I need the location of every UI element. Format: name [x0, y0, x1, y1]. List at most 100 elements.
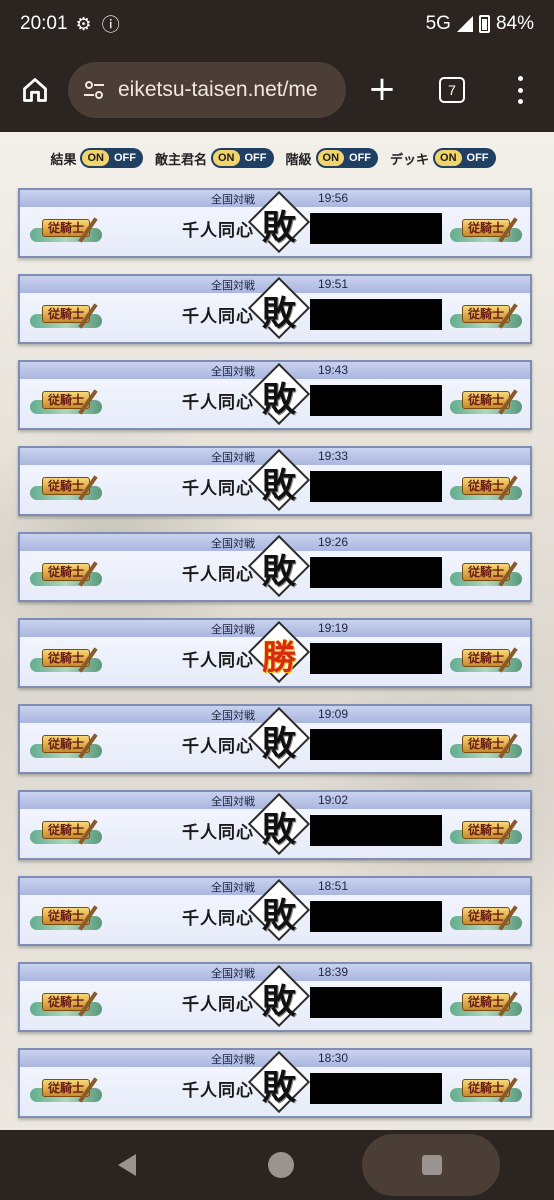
toggle-rank[interactable]: ON OFF	[315, 148, 379, 168]
status-time: 20:01	[20, 13, 68, 34]
home-icon	[23, 78, 47, 102]
battery-icon	[478, 15, 490, 33]
toggle-off[interactable]: OFF	[109, 150, 141, 166]
rank-badge-self: 従騎士	[30, 816, 102, 848]
system-nav-bar	[0, 1130, 554, 1200]
result-mark: 勝	[247, 620, 311, 684]
tab-switcher-button[interactable]: 7	[439, 77, 465, 103]
plus-icon[interactable]: +	[366, 72, 398, 108]
battle-time: 19:02	[318, 793, 349, 807]
rank-badge-opponent: 従騎士	[450, 300, 522, 332]
filter-enemy-name: 敵主君名 ON OFF	[155, 148, 274, 168]
battle-record[interactable]: 全国対戦 18:39 従騎士 千人同心敗従騎士	[18, 962, 532, 1032]
toggle-result[interactable]: ON OFF	[80, 148, 143, 168]
battle-record[interactable]: 全国対戦 19:51 従騎士 千人同心敗従騎士	[18, 274, 532, 344]
result-glyph: 敗	[262, 466, 296, 506]
back-icon[interactable]	[118, 1154, 136, 1176]
redacted-opponent-name	[310, 901, 442, 932]
battle-time: 19:56	[318, 191, 349, 205]
toggle-on[interactable]: ON	[435, 150, 462, 166]
redacted-opponent-name	[310, 815, 442, 846]
result-mark: 敗	[247, 1050, 311, 1114]
battle-record[interactable]: 全国対戦 19:33 従騎士 千人同心敗従騎士	[18, 446, 532, 516]
toggle-on[interactable]: ON	[213, 150, 240, 166]
battle-record[interactable]: 全国対戦 19:02 従騎士 千人同心敗従騎士	[18, 790, 532, 860]
toggle-on[interactable]: ON	[82, 150, 109, 166]
toggle-off[interactable]: OFF	[462, 150, 494, 166]
status-bar: 20:01 ⚙ ⓘ 5G 84%	[0, 0, 554, 48]
result-glyph: 敗	[262, 380, 296, 420]
battle-time: 18:39	[318, 965, 349, 979]
rank-badge-opponent: 従騎士	[450, 988, 522, 1020]
filter-deck: デッキ ON OFF	[390, 148, 496, 168]
more-vert-icon[interactable]	[508, 74, 532, 106]
result-mark: 敗	[247, 792, 311, 856]
toggle-off[interactable]: OFF	[344, 150, 376, 166]
toggle-deck[interactable]: ON OFF	[433, 148, 496, 168]
rank-badge-opponent: 従騎士	[450, 644, 522, 676]
filter-label: デッキ	[390, 152, 430, 168]
rank-badge-self: 従騎士	[30, 902, 102, 934]
status-right: 5G 84%	[426, 13, 534, 35]
filter-label: 結果	[50, 152, 77, 168]
rank-badge-opponent: 従騎士	[450, 816, 522, 848]
network-type: 5G	[425, 13, 451, 34]
address-bar[interactable]: eiketsu-taisen.net/me	[68, 62, 346, 118]
rank-badge-self: 従騎士	[30, 1074, 102, 1106]
result-mark: 敗	[247, 964, 311, 1028]
page-content: 結果 ON OFF 敵主君名 ON OFF 階級 ON OFF デッキ ON O…	[0, 132, 554, 1130]
battle-record[interactable]: 全国対戦 19:09 従騎士 千人同心敗従騎士	[18, 704, 532, 774]
info-icon: ⓘ	[101, 15, 120, 35]
redacted-opponent-name	[310, 557, 442, 588]
result-glyph: 敗	[262, 294, 296, 334]
result-mark: 敗	[247, 276, 311, 340]
result-glyph: 勝	[262, 638, 296, 678]
battle-record[interactable]: 全国対戦 19:43 従騎士 千人同心敗従騎士	[18, 360, 532, 430]
result-glyph: 敗	[262, 1068, 296, 1108]
redacted-opponent-name	[310, 987, 442, 1018]
result-mark: 敗	[247, 190, 311, 254]
battle-time: 19:51	[318, 277, 349, 291]
site-settings-icon[interactable]	[82, 78, 110, 102]
redacted-opponent-name	[310, 299, 442, 330]
recents-icon[interactable]	[422, 1155, 442, 1175]
rank-badge-opponent: 従騎士	[450, 902, 522, 934]
rank-badge-opponent: 従騎士	[450, 472, 522, 504]
rank-badge-self: 従騎士	[30, 558, 102, 590]
result-mark: 敗	[247, 448, 311, 512]
battle-record[interactable]: 全国対戦 18:51 従騎士 千人同心敗従騎士	[18, 876, 532, 946]
result-glyph: 敗	[262, 982, 296, 1022]
filter-label: 敵主君名	[154, 152, 207, 168]
filter-rank: 階級 ON OFF	[286, 148, 379, 168]
filter-label: 階級	[285, 152, 312, 168]
toggle-on[interactable]: ON	[317, 150, 345, 166]
result-mark: 敗	[247, 878, 311, 942]
signal-icon	[456, 16, 473, 32]
redacted-opponent-name	[310, 213, 442, 244]
url-text: eiketsu-taisen.net/me	[118, 78, 318, 101]
battle-record[interactable]: 全国対戦 19:56 従騎士 千人同心敗従騎士	[18, 188, 532, 258]
result-mark: 敗	[247, 362, 311, 426]
redacted-opponent-name	[310, 385, 442, 416]
home-circle-icon[interactable]	[268, 1152, 294, 1178]
toggle-enemy-name[interactable]: ON OFF	[211, 148, 274, 168]
home-button[interactable]	[0, 48, 70, 132]
rank-badge-opponent: 従騎士	[450, 730, 522, 762]
result-glyph: 敗	[262, 552, 296, 592]
rank-badge-self: 従騎士	[30, 386, 102, 418]
redacted-opponent-name	[310, 729, 442, 760]
browser-toolbar: eiketsu-taisen.net/me + 7	[0, 48, 554, 132]
result-glyph: 敗	[262, 724, 296, 764]
toggle-off[interactable]: OFF	[240, 150, 272, 166]
rank-badge-opponent: 従騎士	[450, 214, 522, 246]
redacted-opponent-name	[310, 643, 442, 674]
rank-badge-self: 従騎士	[30, 300, 102, 332]
rank-badge-self: 従騎士	[30, 988, 102, 1020]
battle-record[interactable]: 全国対戦 19:19 従騎士 千人同心勝従騎士	[18, 618, 532, 688]
rank-badge-self: 従騎士	[30, 730, 102, 762]
battle-record[interactable]: 全国対戦 19:26 従騎士 千人同心敗従騎士	[18, 532, 532, 602]
battle-record[interactable]: 全国対戦 18:30 従騎士 千人同心敗従騎士	[18, 1048, 532, 1118]
rank-badge-opponent: 従騎士	[450, 386, 522, 418]
filter-bar: 結果 ON OFF 敵主君名 ON OFF 階級 ON OFF デッキ ON O…	[0, 148, 554, 168]
redacted-opponent-name	[310, 1073, 442, 1104]
